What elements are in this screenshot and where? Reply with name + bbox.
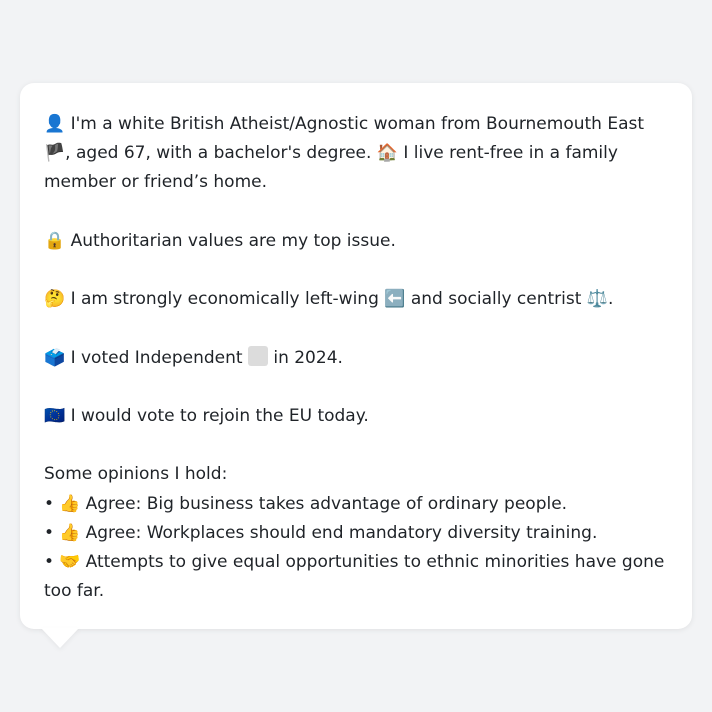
eu-paragraph: 🇪🇺 I would vote to rejoin the EU today. [44,402,668,431]
independent-color-swatch-icon [247,345,268,366]
identity-text: I'm a white British Atheist/Agnostic wom… [70,114,645,134]
opinion-text: Agree: Big business takes advantage of o… [85,493,568,514]
scales-icon: ⚖️ [586,289,608,310]
bullet-icon: • [44,551,55,572]
lock-icon: 🔒 [44,230,66,251]
list-item: • 👍 Agree: Big business takes advantage o… [44,490,668,519]
ideology-paragraph: 🤔 I am strongly economically left-wing ⬅… [44,285,668,314]
england-flag-icon: 🏴 [44,143,66,164]
ballot-box-icon: 🗳️ [44,347,66,368]
eu-text: I would vote to rejoin the EU today. [70,405,369,426]
left-arrow-icon: ⬅️ [384,289,406,310]
opinions-list: • 👍 Agree: Big business takes advantage o… [44,490,668,607]
top-issue-paragraph: 🔒 Authoritarian values are my top issue. [44,227,668,256]
opinions-heading: Some opinions I hold: [44,464,228,485]
opinions-section: Some opinions I hold: • 👍 Agree: Big busi… [44,460,668,606]
handshake-icon: 🤝 [59,551,81,572]
bullet-icon: • [44,522,55,543]
house-icon: 🏠 [376,143,398,164]
vote-year-text: in 2024. [273,347,343,368]
social-position-text: and socially centrist [410,289,582,310]
economic-position-text: I am strongly economically left-wing [70,289,379,310]
top-issue-text: Authoritarian values are my top issue. [70,230,396,251]
opinion-text: Attempts to give equal opportunities to … [44,551,665,602]
list-item: • 👍 Agree: Workplaces should end mandator… [44,519,668,548]
eu-flag-icon: 🇪🇺 [44,405,66,426]
thumbs-up-icon: 👍 [59,493,81,514]
vote-text: I voted Independent [70,347,243,368]
identity-paragraph: 👤 I'm a white British Atheist/Agnostic w… [44,110,668,198]
vote-paragraph: 🗳️ I voted Independent in 2024. [44,344,668,373]
list-item: • 🤝 Attempts to give equal opportunities … [44,548,668,606]
opinion-text: Agree: Workplaces should end mandatory d… [85,522,598,543]
person-icon: 👤 [44,114,66,134]
thinking-face-icon: 🤔 [44,289,66,310]
page: 👤 I'm a white British Atheist/Agnostic w… [0,0,712,712]
speech-bubble-tail [41,628,79,648]
identity-age-text: , aged 67, with a bachelor's degree. [65,143,372,164]
persona-speech-bubble: 👤 I'm a white British Atheist/Agnostic w… [20,83,692,629]
thumbs-up-icon: 👍 [59,522,81,543]
bullet-icon: • [44,493,55,514]
ideology-period: . [607,289,614,310]
